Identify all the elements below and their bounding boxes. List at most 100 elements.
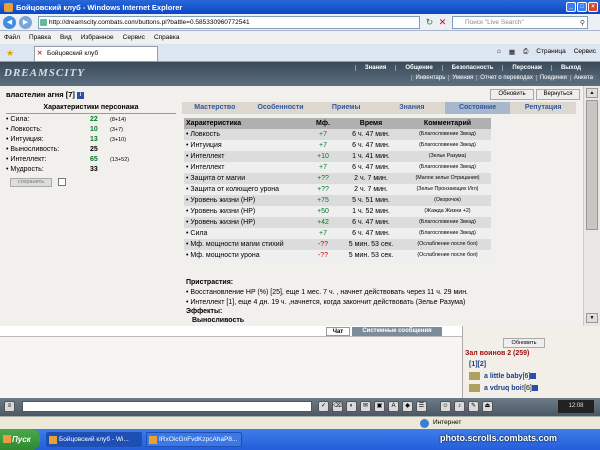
menu-edit[interactable]: Правка — [29, 34, 51, 41]
nav-character[interactable]: Персонаж — [502, 65, 551, 71]
nav-security[interactable]: Безопасность — [441, 65, 503, 71]
nav-knowledge[interactable]: Знания — [354, 65, 396, 71]
window-controls: _ □ × — [566, 2, 598, 12]
maximize-button[interactable]: □ — [577, 2, 587, 12]
subnav-inventory[interactable]: Инвентарь — [411, 75, 449, 81]
window-title: Бойцовский клуб - Windows Internet Explo… — [16, 2, 183, 12]
list-item[interactable]: a vdruq boi![6] — [469, 384, 538, 392]
forward-arrow-icon[interactable]: ▶ — [19, 16, 32, 29]
taskbar-item-ie[interactable]: Бойцовский клуб - Wi... — [46, 432, 142, 447]
save-chat-icon[interactable]: ▣ — [374, 401, 385, 412]
menu-tools[interactable]: Сервис — [123, 34, 145, 41]
effects-header-row: Характеристика Мф. Время Комментарий — [184, 118, 491, 129]
table-row: • Защита от колющего урона +?? 2 ч. 7 ми… — [184, 184, 491, 195]
scroll-down-icon[interactable]: ▼ — [586, 313, 598, 323]
search-icon[interactable]: ⚲ — [580, 18, 585, 29]
start-button[interactable]: Пуск — [0, 429, 40, 450]
list-item[interactable]: a little baby[6] — [469, 372, 537, 380]
nav-exit[interactable]: Выход — [550, 65, 590, 71]
character-level: [7] — [65, 90, 75, 99]
subnav-fights[interactable]: Поединки — [535, 75, 570, 81]
close-window-button[interactable]: × — [588, 2, 598, 12]
mail-icon[interactable]: ✉ — [360, 401, 371, 412]
subnav-profile[interactable]: Анкета — [569, 75, 596, 81]
nav-communication[interactable]: Общение — [395, 65, 441, 71]
subnav-skills[interactable]: Умения — [448, 75, 477, 81]
stat-value: 22 — [90, 116, 98, 123]
info-icon[interactable] — [530, 373, 537, 379]
favorites-star-icon[interactable]: ★ — [6, 48, 14, 59]
effect-mf: +?? — [317, 175, 329, 182]
effect-comment: (Благословение Звезд) — [419, 131, 476, 137]
menu-icon[interactable]: ≡ — [4, 401, 15, 412]
send-icon[interactable]: ✓ — [318, 401, 329, 412]
stat-name: • Интеллект: — [6, 156, 47, 163]
stat-value: 13 — [90, 136, 98, 143]
chat-input[interactable] — [22, 401, 312, 412]
stop-icon[interactable]: ✕ — [437, 17, 448, 28]
room-refresh-button[interactable]: Обновить — [503, 338, 545, 348]
options-icon[interactable]: ☰ — [416, 401, 427, 412]
refresh-icon[interactable]: ↻ — [424, 17, 435, 28]
search-input[interactable]: Поиск "Live Search" ⚲ — [452, 16, 588, 29]
private-icon[interactable]: ✎ — [468, 401, 479, 412]
status-zone: Интернет — [433, 419, 462, 426]
filter-icon[interactable]: ◐ — [346, 401, 357, 412]
refresh-button[interactable]: Обновить — [490, 89, 534, 100]
exit-chat-icon[interactable]: ⏏ — [482, 401, 493, 412]
scroll-up-icon[interactable]: ▲ — [586, 88, 598, 98]
browser-tab-label: Бойцовский клуб — [47, 50, 99, 57]
tab-knowledge[interactable]: Знания — [379, 102, 445, 114]
browser-tab-row: ★ ✕ Бойцовский клуб ⌂ ▦ ⎙ Страница Серви… — [0, 44, 600, 62]
tab-state[interactable]: Состояние — [444, 102, 511, 114]
tab-system-messages[interactable]: Системные сообщения — [352, 327, 442, 336]
tab-mastery[interactable]: Мастерство — [182, 102, 248, 114]
addiction-line: • Интеллект [1], еще 4 дн. 19 ч. ,начнет… — [186, 299, 466, 306]
page-menu[interactable]: Страница — [536, 48, 565, 56]
scroll-thumb[interactable] — [586, 100, 598, 230]
home-icon[interactable]: ⌂ — [497, 48, 501, 56]
back-button[interactable]: Вернуться — [536, 89, 580, 100]
menu-favorites[interactable]: Избранное — [81, 34, 114, 41]
subnav-transfers[interactable]: Отчет о переводах — [476, 75, 536, 81]
stat-bonus: (3+7) — [110, 127, 123, 133]
tab-techniques[interactable]: Приемы — [313, 102, 379, 114]
stat-bonus: (13+52) — [110, 157, 130, 163]
menu-file[interactable]: Файл — [4, 34, 20, 41]
tab-features[interactable]: Особенности — [248, 102, 314, 114]
save-checkbox[interactable] — [58, 178, 66, 186]
color-icon[interactable]: ◆ — [402, 401, 413, 412]
smiley-icon[interactable]: ☺ — [440, 401, 451, 412]
player-name[interactable]: a little baby — [484, 373, 523, 380]
clear-icon[interactable]: ⌫ — [332, 401, 343, 412]
back-arrow-icon[interactable]: ◀ — [3, 16, 16, 29]
info-icon[interactable] — [531, 385, 538, 391]
minimize-button[interactable]: _ — [566, 2, 576, 12]
address-input[interactable]: http://dreamscity.combats.com/buttons.pl… — [38, 16, 420, 29]
player-name[interactable]: a vdruq boi! — [484, 385, 524, 392]
stat-row: • Ловкость: 10 (3+7) — [6, 126, 176, 136]
chat-messages[interactable] — [0, 336, 462, 398]
room-pages[interactable]: [1][2] — [469, 361, 486, 368]
taskbar-item-window[interactable]: IRxOicGnFvdKzpcAhaP8... — [146, 432, 242, 447]
sound-icon[interactable]: ♪ — [454, 401, 465, 412]
clan-icon — [469, 372, 480, 380]
effect-time: 6 ч. 47 мин. — [352, 131, 390, 138]
header-characteristic: Характеристика — [186, 120, 242, 127]
font-icon[interactable]: A — [388, 401, 399, 412]
effect-time: 6 ч. 47 мин. — [352, 164, 390, 171]
browser-tab[interactable]: ✕ Бойцовский клуб — [34, 46, 158, 61]
info-icon[interactable]: i — [77, 91, 85, 99]
table-row: • Уровень жизни (HP) +42 6 ч. 47 мин. (Б… — [184, 217, 491, 228]
tab-chat[interactable]: Чат — [326, 327, 350, 336]
tools-menu[interactable]: Сервис — [574, 48, 596, 56]
save-button[interactable]: сохранить — [10, 178, 52, 187]
print-icon[interactable]: ⎙ — [523, 48, 528, 56]
effect-name: • Мф. мощности магии стихий — [186, 241, 284, 248]
effects-table-header: Характеристика Мф. Время Комментарий — [184, 118, 491, 129]
feeds-icon[interactable]: ▦ — [509, 48, 515, 56]
menu-help[interactable]: Справка — [154, 34, 180, 41]
page-scrollbar[interactable]: ▲ ▼ — [583, 86, 600, 326]
menu-view[interactable]: Вид — [60, 34, 72, 41]
tab-reputation[interactable]: Репутация — [510, 102, 576, 114]
